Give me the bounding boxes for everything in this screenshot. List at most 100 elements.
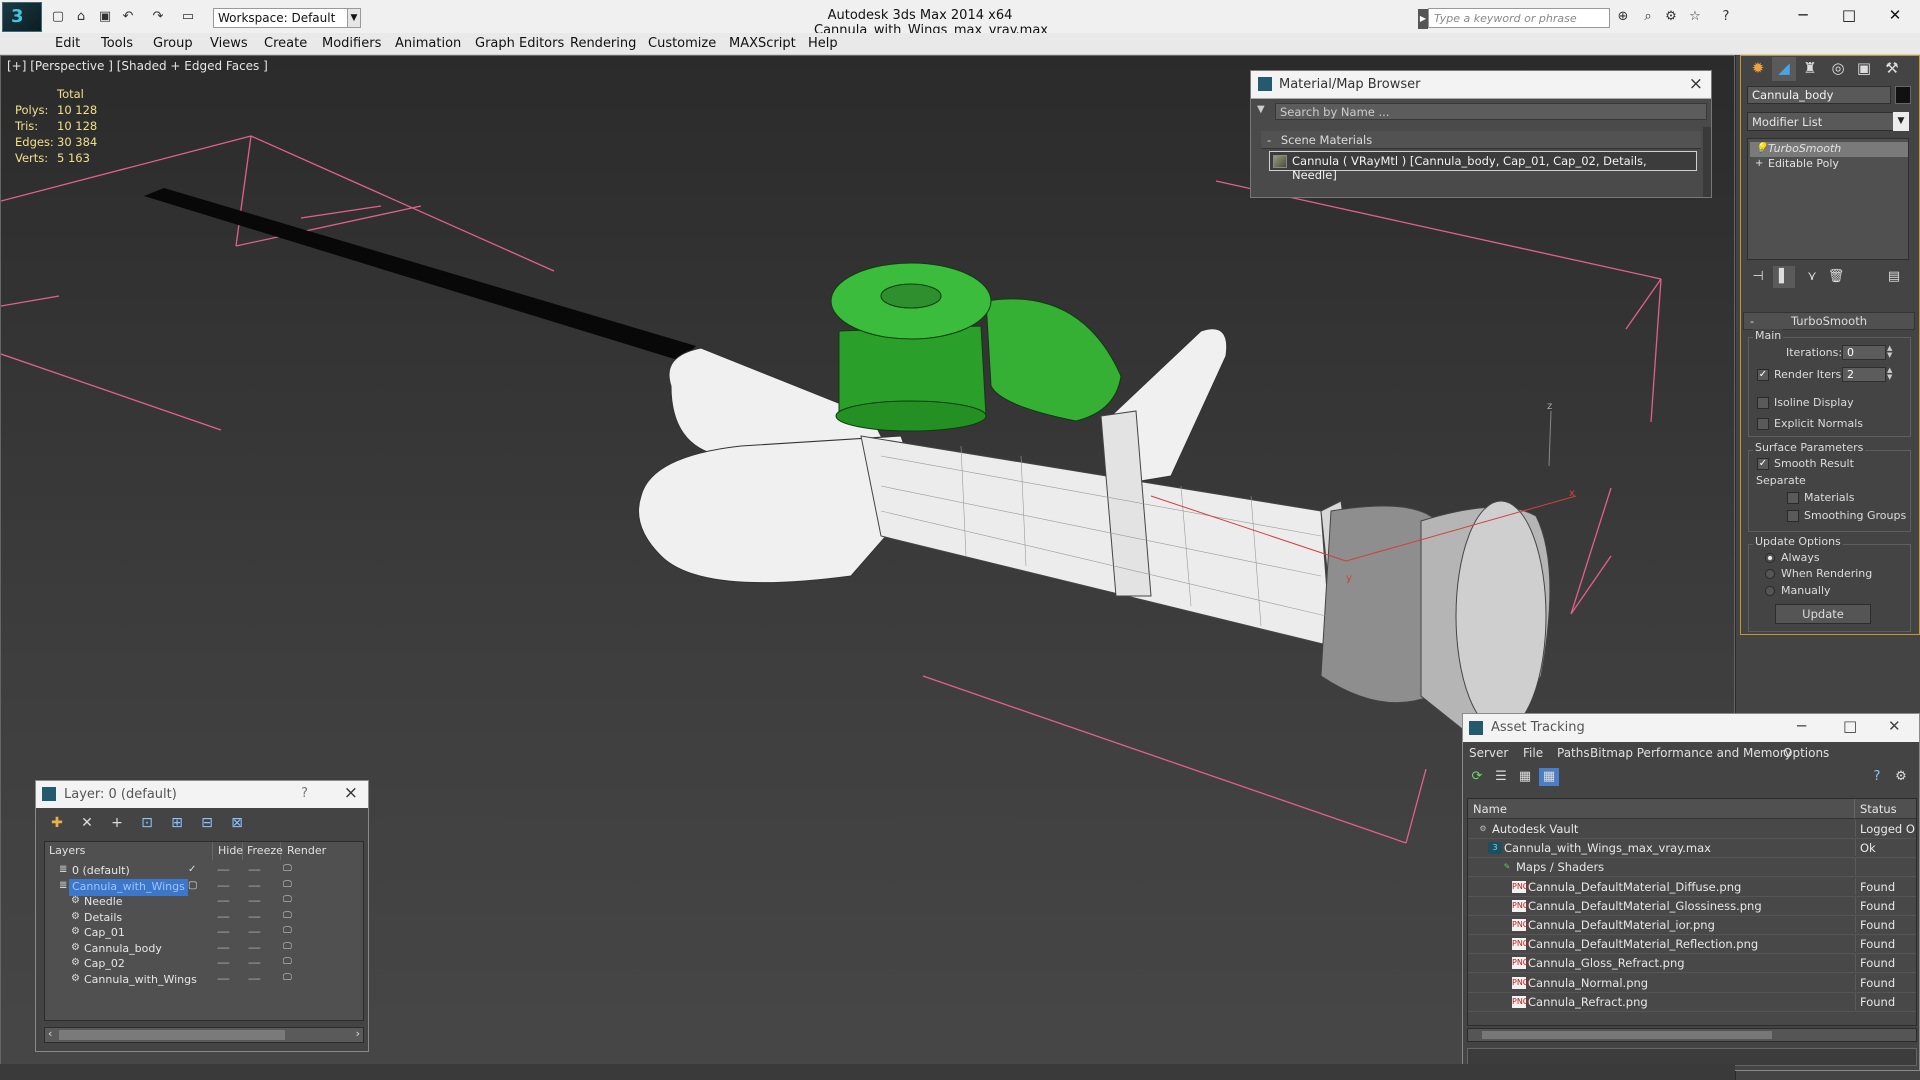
close-icon[interactable]: ✕ — [1888, 717, 1901, 735]
layer-row[interactable]: ⚙ Cannula_with_Wings ---- ---- 🖵 — [45, 971, 363, 990]
options-dropdown-icon[interactable]: ▼ — [1257, 104, 1265, 115]
menu-group[interactable]: Group — [153, 36, 193, 51]
minimize-icon[interactable]: ─ — [1797, 717, 1806, 735]
render-toggle-icon[interactable]: 🖵 — [283, 957, 292, 967]
explicit-normals-checkbox[interactable] — [1757, 418, 1769, 430]
isoline-display-checkbox[interactable] — [1757, 397, 1769, 409]
freeze-toggle[interactable]: ---- — [248, 863, 261, 876]
asset-row[interactable]: PNG Cannula_DefaultMaterial_ior.png Found — [1468, 916, 1916, 935]
material-scrollbar[interactable] — [1703, 127, 1711, 197]
asset-menu-bitmap-performance[interactable]: Bitmap Performance and Memory — [1590, 746, 1792, 760]
render-toggle-icon[interactable]: 🖵 — [283, 973, 292, 983]
col-name[interactable]: Name — [1468, 799, 1855, 819]
manually-radio[interactable] — [1765, 586, 1775, 596]
search-input[interactable]: Type a keyword or phrase — [1428, 8, 1610, 28]
chevron-down-icon[interactable]: ▼ — [347, 8, 361, 28]
hide-toggle[interactable]: ---- — [217, 925, 230, 938]
turbosmooth-rollout-header[interactable]: - TurboSmooth — [1743, 312, 1915, 330]
maximize-icon[interactable]: □ — [1843, 717, 1857, 735]
highlight-layer-icon[interactable]: ⊞ — [166, 813, 188, 833]
asset-row[interactable]: PNG Cannula_Refract.png Found — [1468, 992, 1916, 1012]
workspace-dropdown[interactable]: Workspace: Default — [213, 8, 360, 28]
freeze-toggle[interactable]: ---- — [248, 941, 261, 954]
asset-row[interactable]: PNG Cannula_Normal.png Found — [1468, 973, 1916, 993]
expand-icon[interactable]: + — [1755, 158, 1763, 169]
display-tab-icon[interactable]: ▣ — [1852, 57, 1876, 81]
add-to-layer-icon[interactable]: + — [106, 813, 128, 833]
menu-create[interactable]: Create — [264, 36, 307, 51]
chevron-down-icon[interactable]: ▼ — [1893, 112, 1909, 131]
scroll-thumb[interactable] — [59, 1030, 285, 1040]
pin-stack-icon[interactable]: ⊣ — [1747, 266, 1769, 288]
hide-all-icon[interactable]: ⊟ — [196, 813, 218, 833]
create-tab-icon[interactable]: ✹ — [1746, 57, 1770, 81]
render-toggle-icon[interactable]: 🖵 — [283, 911, 292, 921]
asset-row[interactable]: PNG Cannula_DefaultMaterial_Diffuse.png Fo… — [1468, 877, 1916, 897]
scroll-left-icon[interactable]: ‹ — [48, 1027, 52, 1040]
spinner-arrows-icon[interactable]: ▲ ▼ — [1887, 345, 1896, 360]
menu-edit[interactable]: Edit — [55, 36, 80, 51]
menu-animation[interactable]: Animation — [395, 36, 461, 51]
scroll-thumb[interactable] — [1482, 1031, 1772, 1039]
smoothing-groups-checkbox[interactable] — [1787, 510, 1799, 522]
menu-maxscript[interactable]: MAXScript — [729, 36, 796, 51]
viewport-label[interactable]: [+] [Perspective ] [Shaded + Edged Faces… — [7, 59, 268, 73]
scroll-right-icon[interactable]: › — [356, 1027, 360, 1040]
collapse-icon[interactable]: - — [1750, 314, 1754, 328]
lightbulb-icon[interactable]: 💡 — [1755, 143, 1767, 154]
asset-horizontal-scrollbar[interactable] — [1467, 1028, 1917, 1042]
scene-materials-section[interactable]: - Scene Materials — [1261, 131, 1701, 149]
hide-toggle[interactable]: ---- — [217, 941, 230, 954]
always-radio[interactable] — [1765, 553, 1775, 563]
utilities-tab-icon[interactable]: ⚒ — [1880, 57, 1904, 81]
render-toggle-icon[interactable]: 🖵 — [283, 895, 292, 905]
asset-menu-server[interactable]: Server — [1469, 746, 1508, 760]
menu-modifiers[interactable]: Modifiers — [322, 36, 381, 51]
menu-customize[interactable]: Customize — [648, 36, 716, 51]
object-name-field[interactable]: Cannula_body — [1747, 86, 1891, 104]
update-button[interactable]: Update — [1775, 604, 1871, 624]
material-search-input[interactable]: Search by Name ... — [1275, 103, 1707, 120]
asset-tracking-header[interactable]: Asset Tracking ─ □ ✕ — [1463, 714, 1919, 742]
asset-row[interactable]: PNG Cannula_DefaultMaterial_Glossiness.pn… — [1468, 896, 1916, 916]
hide-toggle[interactable]: ---- — [217, 956, 230, 969]
asset-row[interactable]: ✎ Maps / Shaders — [1468, 858, 1916, 878]
freeze-toggle[interactable]: ---- — [248, 925, 261, 938]
subscription-icon[interactable]: ⚙ — [1663, 9, 1679, 24]
hide-toggle[interactable]: ---- — [217, 863, 230, 876]
active-layer-check-icon[interactable]: ✓ — [188, 864, 196, 875]
minimize-icon[interactable]: ─ — [1780, 4, 1826, 28]
list-view-icon[interactable]: ☰ — [1491, 768, 1511, 786]
freeze-toggle[interactable]: ---- — [248, 894, 261, 907]
col-layers[interactable]: Layers — [45, 842, 213, 860]
asset-row[interactable]: PNG Cannula_Gloss_Refract.png Found — [1468, 954, 1916, 974]
layer-horizontal-scrollbar[interactable]: ‹ › — [44, 1027, 364, 1043]
freeze-toggle[interactable]: ---- — [248, 910, 261, 923]
select-objects-icon[interactable]: ⊡ — [136, 813, 158, 833]
asset-row[interactable]: ⚙ Autodesk Vault Logged Out — [1468, 820, 1916, 839]
render-toggle-icon[interactable]: 🖵 — [283, 864, 292, 874]
save-file-icon[interactable]: ▣ — [97, 9, 113, 24]
remove-modifier-icon[interactable]: 🗑 — [1825, 266, 1847, 288]
asset-menu-options[interactable]: Options — [1783, 746, 1829, 760]
layer-name[interactable]: Cannula_with_Wings — [81, 972, 200, 989]
freeze-all-icon[interactable]: ⊠ — [226, 813, 248, 833]
material-browser-header[interactable]: Material/Map Browser × — [1251, 71, 1711, 99]
refresh-icon[interactable]: ⟳ — [1467, 768, 1487, 786]
render-toggle-icon[interactable]: 🖵 — [283, 942, 292, 952]
close-icon[interactable]: ✕ — [1872, 4, 1918, 28]
iterations-spinner[interactable]: 0 — [1842, 345, 1886, 360]
stack-item-editable-poly[interactable]: + Editable Poly — [1750, 157, 1908, 172]
motion-tab-icon[interactable]: ◎ — [1826, 57, 1850, 81]
col-status[interactable]: Status — [1855, 799, 1916, 819]
layer-window-header[interactable]: Layer: 0 (default) ? × — [36, 781, 368, 808]
table-view-icon[interactable]: ▦ — [1515, 768, 1535, 786]
freeze-toggle[interactable]: ---- — [248, 879, 261, 892]
menu-help[interactable]: Help — [808, 36, 838, 51]
make-unique-icon[interactable]: ⋎ — [1801, 266, 1823, 288]
create-layer-icon[interactable]: ✚ — [46, 813, 68, 833]
asset-row[interactable]: PNG Cannula_DefaultMaterial_Reflection.pn… — [1468, 935, 1916, 955]
open-file-icon[interactable]: ⌂ — [73, 9, 89, 24]
help-icon[interactable]: ? — [1718, 9, 1734, 24]
col-freeze[interactable]: Freeze — [243, 842, 283, 860]
